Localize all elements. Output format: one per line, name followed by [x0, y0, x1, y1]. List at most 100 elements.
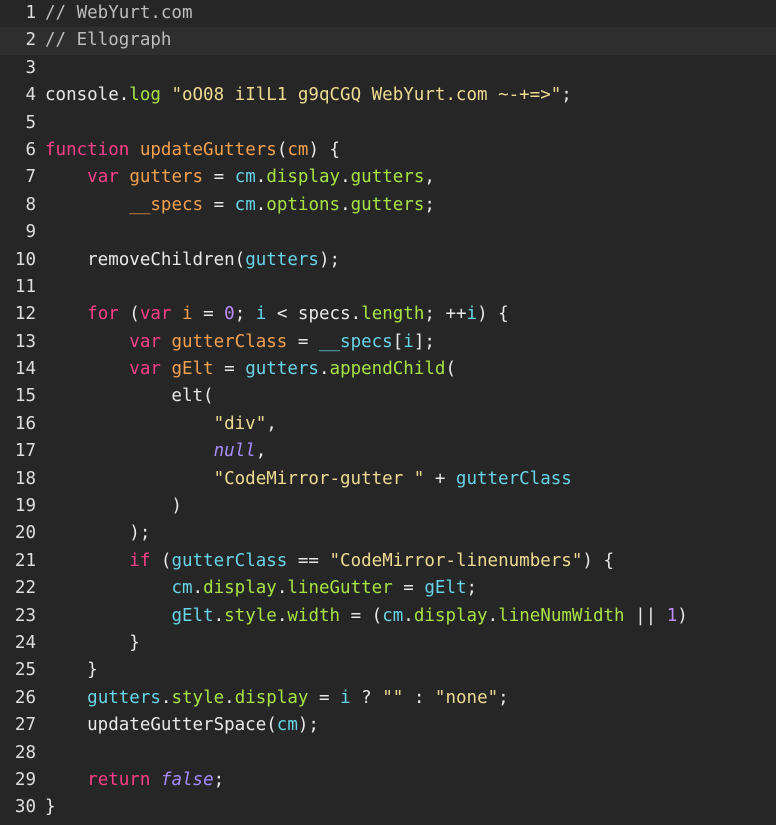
code-text: gElt.style.width = (cm.display.lineNumWi…	[45, 603, 688, 630]
code-line[interactable]: 12 for (var i = 0; i < specs.length; ++i…	[0, 301, 776, 328]
line-number: 29	[14, 769, 36, 790]
line-number: 24	[14, 632, 36, 653]
code-line[interactable]: 6 function updateGutters(cm) {	[0, 137, 776, 164]
code-token: var	[87, 167, 119, 188]
code-token: updateGutterSpace(	[45, 715, 277, 736]
code-token: elt(	[45, 386, 214, 407]
code-token: updateGutters	[139, 139, 277, 160]
code-line[interactable]: 17 null,	[0, 438, 776, 465]
code-token: }	[45, 660, 98, 681]
code-token: ;	[466, 578, 478, 599]
code-line[interactable]: 27 updateGutterSpace(cm);	[0, 712, 776, 739]
code-token: )	[677, 605, 688, 626]
code-token: .	[192, 578, 204, 599]
code-line[interactable]: 2 // Ellograph	[0, 27, 776, 55]
code-token: gutterClass	[171, 331, 288, 352]
code-text: var gutterClass = __specs[i];	[45, 329, 435, 356]
code-line[interactable]: 25 }	[0, 657, 776, 684]
code-token: .	[276, 578, 288, 599]
code-token: = (	[340, 605, 383, 626]
code-line[interactable]: 14 var gElt = gutters.appendChild(	[0, 356, 776, 383]
code-line[interactable]: 29 return false;	[0, 767, 776, 794]
code-token: .	[318, 359, 330, 380]
code-text: function updateGutters(cm) {	[45, 137, 340, 164]
code-token: cm	[276, 715, 298, 736]
code-line[interactable]: 7 var gutters = cm.display.gutters,	[0, 164, 776, 191]
code-text: }	[45, 630, 140, 657]
code-token: ;	[424, 194, 435, 215]
code-token: ; ++	[424, 304, 467, 325]
code-line[interactable]: 11	[0, 274, 776, 301]
code-line[interactable]: 18 "CodeMirror-gutter " + gutterClass	[0, 466, 776, 493]
code-token: )	[45, 496, 182, 517]
code-token: style	[171, 687, 225, 708]
line-number: 2	[25, 30, 36, 51]
code-line[interactable]: 13 var gutterClass = __specs[i];	[0, 329, 776, 356]
code-text: )	[45, 493, 182, 520]
code-token: appendChild	[329, 359, 446, 380]
code-token: "CodeMirror-gutter "	[213, 468, 425, 489]
line-number: 27	[14, 715, 36, 736]
code-line[interactable]: 4 console.log "oO08 iIlL1 g9qCGQ WebYurt.…	[0, 82, 776, 109]
code-token: cm	[287, 139, 309, 160]
code-line[interactable]: 10 removeChildren(gutters);	[0, 247, 776, 274]
code-token: .	[255, 167, 267, 188]
code-token: gutterClass	[455, 468, 572, 489]
code-line[interactable]: 21 if (gutterClass == "CodeMirror-linenu…	[0, 548, 776, 575]
code-token: :	[403, 687, 435, 708]
code-text: }	[45, 657, 98, 684]
code-token: +	[424, 468, 456, 489]
line-number: 8	[25, 194, 36, 215]
code-editor[interactable]: 1 // WebYurt.com 2 // Ellograph 3 4 console.lo…	[0, 0, 776, 825]
code-line[interactable]: 20 );	[0, 520, 776, 547]
code-token: i	[255, 304, 267, 325]
code-line[interactable]: 5	[0, 110, 776, 137]
code-token: display	[203, 578, 277, 599]
code-line[interactable]: 8 __specs = cm.options.gutters;	[0, 192, 776, 219]
code-line[interactable]: 3	[0, 55, 776, 82]
code-line[interactable]: 15 elt(	[0, 383, 776, 410]
code-line[interactable]: 30}	[0, 794, 776, 821]
code-line[interactable]: 19 )	[0, 493, 776, 520]
code-line[interactable]: 26 gutters.style.display = i ? "" : "non…	[0, 685, 776, 712]
code-token: ;	[213, 769, 225, 790]
code-token: );	[318, 249, 341, 270]
code-line[interactable]: 23 gElt.style.width = (cm.display.lineNu…	[0, 603, 776, 630]
code-token: gutters	[350, 167, 425, 188]
code-token: function	[45, 139, 130, 160]
code-token: display	[234, 687, 309, 708]
code-line[interactable]: 28	[0, 740, 776, 767]
code-token: style	[224, 605, 277, 626]
code-token: ==	[287, 550, 330, 571]
code-text: __specs = cm.options.gutters;	[45, 192, 435, 219]
code-line[interactable]: 1 // WebYurt.com	[0, 0, 776, 27]
code-token: ?	[350, 687, 383, 708]
line-number: 23	[14, 605, 36, 626]
code-text: // WebYurt.com	[45, 0, 193, 27]
code-token: ||	[624, 605, 667, 626]
code-line[interactable]: 9	[0, 219, 776, 246]
code-text: cm.display.lineGutter = gElt;	[45, 575, 477, 602]
code-token: (	[150, 550, 172, 571]
code-text: console.log "oO08 iIlL1 g9qCGQ WebYurt.c…	[45, 82, 572, 109]
line-number: 25	[14, 660, 36, 681]
code-text: null,	[45, 438, 267, 465]
code-token: ) {	[582, 550, 614, 571]
code-line[interactable]: 24 }	[0, 630, 776, 657]
code-line[interactable]: 16 "div",	[0, 411, 776, 438]
code-text: updateGutterSpace(cm);	[45, 712, 319, 739]
code-token: display	[266, 167, 341, 188]
code-text: elt(	[45, 383, 214, 410]
code-token: [	[392, 331, 404, 352]
code-token: < specs.	[266, 304, 362, 325]
code-line[interactable]: 22 cm.display.lineGutter = gElt;	[0, 575, 776, 602]
code-token: i	[466, 304, 478, 325]
code-token: (	[276, 139, 288, 160]
